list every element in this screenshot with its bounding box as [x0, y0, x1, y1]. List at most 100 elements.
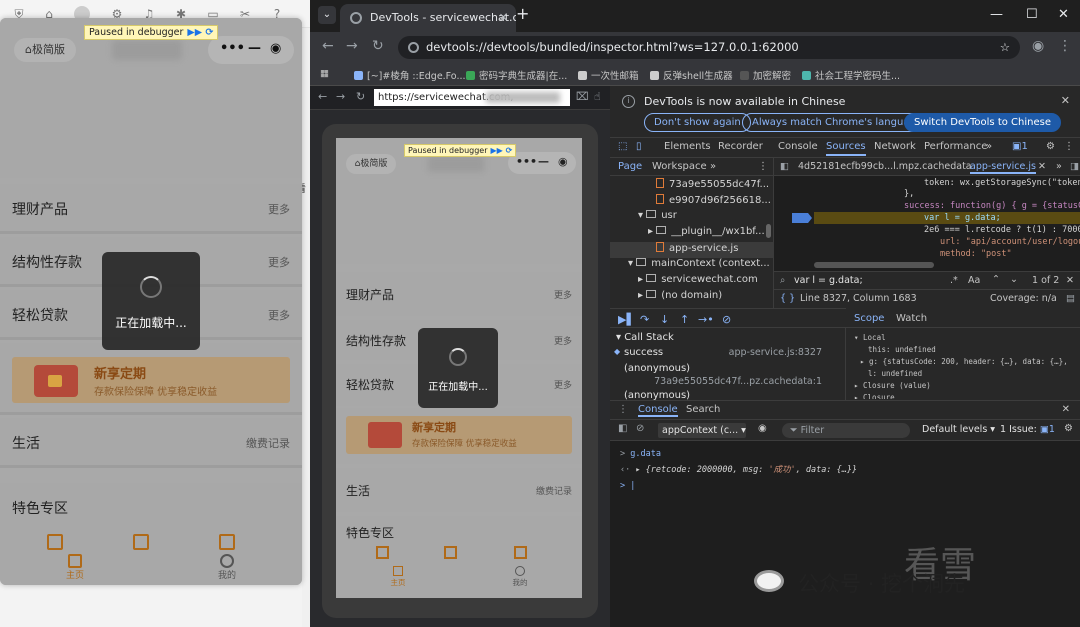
- editor-tab-active[interactable]: app-service.js: [970, 161, 1036, 174]
- menu-row-life[interactable]: 生活 缴费记录: [0, 418, 302, 468]
- console-prompt[interactable]: > |: [620, 481, 635, 491]
- bookmark-item[interactable]: 一次性邮箱: [578, 68, 639, 82]
- settings-icon[interactable]: ⚙: [1046, 141, 1055, 152]
- inspect-icon[interactable]: ⌧: [576, 90, 589, 103]
- reload-icon[interactable]: ↻: [356, 90, 365, 103]
- more-tabs-icon[interactable]: »: [986, 141, 992, 152]
- payment-records-link[interactable]: 缴费记录: [536, 484, 572, 497]
- tree-item[interactable]: ▸ servicewechat.com: [610, 274, 774, 290]
- tab-mine[interactable]: 我的: [212, 554, 242, 581]
- next-match-icon[interactable]: ⌄: [1010, 274, 1018, 285]
- tab-home[interactable]: 主页: [60, 554, 90, 581]
- menu-capsule[interactable]: ••• — ◉: [208, 36, 294, 64]
- regex-toggle[interactable]: .*: [950, 275, 958, 286]
- tab-console-drawer[interactable]: Console: [638, 404, 678, 417]
- breakpoint-marker[interactable]: [792, 213, 812, 223]
- close-circle-icon[interactable]: ◉: [270, 41, 281, 56]
- issues-link[interactable]: 1 Issue: ▣1: [1000, 424, 1055, 435]
- clear-console-icon[interactable]: ⊘: [636, 423, 644, 434]
- more-dots-icon[interactable]: •••: [220, 41, 245, 56]
- more-dots-icon[interactable]: •••: [516, 155, 537, 168]
- toggle-navigator-icon[interactable]: ◧: [780, 161, 789, 172]
- more-link[interactable]: 更多: [268, 307, 290, 323]
- close-window-icon[interactable]: ✕: [1058, 7, 1069, 22]
- menu-row-wealth[interactable]: 理财产品 更多: [0, 184, 302, 234]
- more-link[interactable]: 更多: [554, 378, 572, 391]
- scope-local[interactable]: ▾ Local: [854, 333, 886, 342]
- back-icon[interactable]: ←: [318, 90, 327, 103]
- editor-tab[interactable]: 4d52181ecfb99cb...l.mpz.cachedata: [798, 161, 972, 172]
- menu-row-life[interactable]: 生活 缴费记录: [336, 468, 582, 512]
- filter-input[interactable]: ⏷ Filter: [782, 423, 910, 438]
- step-into-icon[interactable]: ↓: [660, 313, 669, 326]
- note-icon[interactable]: [47, 534, 63, 550]
- lite-version-pill[interactable]: ⌂极简版: [346, 154, 396, 174]
- deactivate-breakpoints-icon[interactable]: ⊘: [722, 313, 731, 326]
- resume-icon[interactable]: ▶▶ ⟳: [491, 146, 513, 155]
- site-info-icon[interactable]: [408, 42, 419, 53]
- minimize-icon[interactable]: —: [248, 41, 261, 56]
- edit-icon[interactable]: [133, 534, 149, 550]
- close-tab-icon[interactable]: ✕: [499, 4, 508, 32]
- settings-icon[interactable]: ⚙: [1064, 423, 1073, 434]
- issues-badge[interactable]: ▣1: [1012, 141, 1028, 152]
- tab-devtools[interactable]: DevTools - servicewechat.co ✕: [340, 4, 516, 32]
- menu-kebab-icon[interactable]: ⋮: [1058, 38, 1072, 54]
- tab-mine[interactable]: 我的: [508, 566, 532, 588]
- maximize-window-icon[interactable]: ☐: [1026, 7, 1038, 22]
- bookmark-item[interactable]: 反弹shell生成器: [650, 68, 733, 82]
- promo-banner[interactable]: 新享定期 存款保险保障 优享稳定收益: [12, 357, 290, 403]
- tab-search-icon[interactable]: ⌄: [318, 6, 336, 24]
- dont-show-again-button[interactable]: Don't show again: [644, 113, 751, 132]
- find-input[interactable]: var l = g.data;: [794, 275, 863, 286]
- tab-performance[interactable]: Performance: [924, 141, 987, 152]
- url-input[interactable]: devtools://devtools/bundled/inspector.ht…: [398, 36, 1020, 59]
- resume-icon[interactable]: ▶▶ ⟳: [187, 27, 213, 38]
- close-find-icon[interactable]: ✕: [1066, 275, 1074, 286]
- more-link[interactable]: 更多: [268, 201, 290, 217]
- minimize-icon[interactable]: —: [538, 155, 549, 168]
- stack-frame[interactable]: (anonymous) 73a9e55055dc47f...pz.cacheda…: [610, 362, 846, 390]
- call-stack-header[interactable]: ▾ Call Stack: [616, 332, 674, 343]
- forward-icon[interactable]: →: [346, 38, 358, 54]
- resume-icon[interactable]: ▶▌: [618, 313, 635, 326]
- stack-frame-current[interactable]: ◆ success app-service.js:8327: [610, 346, 846, 362]
- tab-recorder[interactable]: Recorder: [718, 141, 763, 152]
- scope-var-g[interactable]: ▸ g: {statusCode: 200, header: {…}, data…: [860, 357, 1068, 366]
- console-result-line[interactable]: ‹· ▸ {retcode: 2000000, msg: '成功', data:…: [620, 463, 857, 475]
- document-icon[interactable]: [219, 534, 235, 550]
- more-tabs-icon[interactable]: »: [1056, 161, 1062, 172]
- tree-item[interactable]: 73a9e55055dc47f...: [610, 178, 774, 194]
- bookmark-item[interactable]: 密码字典生成器|在...: [466, 68, 567, 82]
- tree-item[interactable]: ▾ mainContext (context...: [610, 258, 774, 274]
- toggle-debugger-icon[interactable]: ◨: [1070, 161, 1079, 172]
- new-tab-icon[interactable]: +: [516, 4, 529, 23]
- bookmark-item[interactable]: [~]#棱角 ::Edge.Fo...: [354, 68, 466, 82]
- inspect-element-icon[interactable]: ⬚: [618, 141, 627, 152]
- more-link[interactable]: 更多: [554, 288, 572, 301]
- edit-icon[interactable]: [444, 546, 457, 559]
- tab-elements[interactable]: Elements: [664, 141, 711, 152]
- menu-row-special[interactable]: 特色专区 主页 我的: [336, 516, 582, 598]
- sidebar-toggle-icon[interactable]: ◧: [618, 423, 627, 434]
- note-icon[interactable]: [376, 546, 389, 559]
- pretty-print-icon[interactable]: { }: [780, 293, 795, 304]
- lite-version-pill[interactable]: ⌂极简版: [14, 38, 76, 62]
- step-icon[interactable]: →•: [698, 313, 714, 326]
- bookmark-item[interactable]: 社会工程学密码生...: [802, 68, 900, 82]
- step-over-icon[interactable]: ↷: [640, 313, 649, 326]
- tab-sources[interactable]: Sources: [826, 141, 866, 156]
- drawer-menu-icon[interactable]: ⋮: [618, 404, 628, 415]
- tree-item-selected[interactable]: app-service.js: [610, 242, 774, 258]
- bookmark-item[interactable]: 加密解密: [740, 68, 791, 82]
- tab-workspace[interactable]: Workspace: [652, 161, 707, 172]
- payment-records-link[interactable]: 缴费记录: [246, 435, 290, 451]
- tab-watch[interactable]: Watch: [896, 313, 927, 324]
- tree-item[interactable]: ▸ (no domain): [610, 290, 774, 306]
- minimize-window-icon[interactable]: —: [990, 7, 1003, 22]
- horizontal-scrollbar[interactable]: [814, 262, 934, 268]
- step-out-icon[interactable]: ↑: [680, 313, 689, 326]
- menu-capsule[interactable]: ••• — ◉: [508, 152, 576, 174]
- close-drawer-icon[interactable]: ✕: [1062, 404, 1070, 415]
- frame-location[interactable]: app-service.js:8327: [729, 347, 822, 358]
